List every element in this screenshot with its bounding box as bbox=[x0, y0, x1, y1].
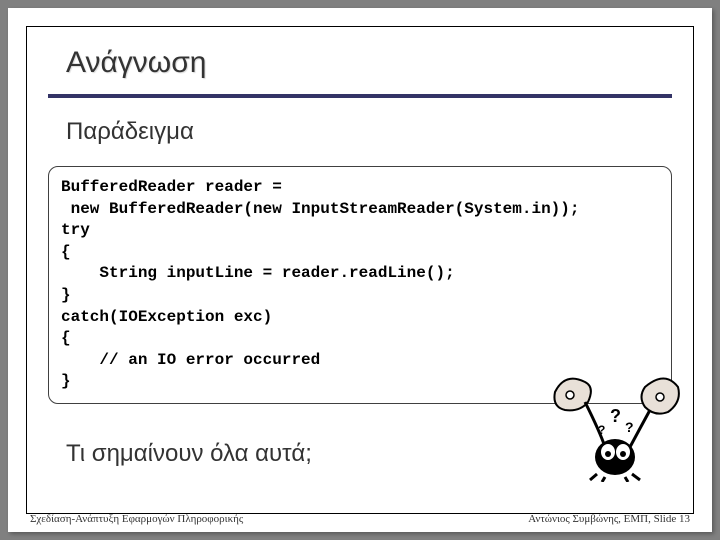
slide: Ανάγνωση Παράδειγμα BufferedReader reade… bbox=[8, 8, 712, 532]
footer-right: Αντώνιος Συμβώνης, ΕΜΠ, Slide 13 bbox=[528, 513, 690, 525]
slide-title: Ανάγνωση bbox=[66, 46, 206, 80]
svg-text:?: ? bbox=[625, 419, 634, 435]
footer-left: Σχεδίαση-Ανάπτυξη Εφαρμογών Πληροφορικής bbox=[30, 513, 243, 525]
question-text: Τι σημαίνουν όλα αυτά; bbox=[66, 440, 312, 468]
svg-text:?: ? bbox=[598, 423, 605, 437]
svg-text:?: ? bbox=[610, 406, 621, 426]
title-underline bbox=[48, 94, 672, 98]
confused-character-icon: ? ? ? bbox=[550, 362, 680, 482]
slide-subtitle: Παράδειγμα bbox=[66, 118, 194, 146]
